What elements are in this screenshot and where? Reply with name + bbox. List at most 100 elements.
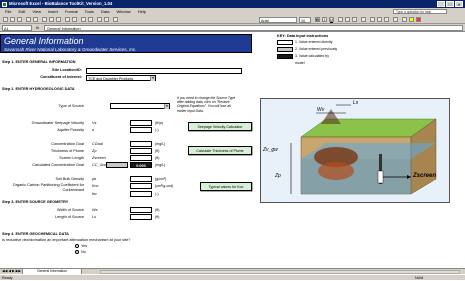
open-icon[interactable] (10, 16, 15, 22)
chart-icon[interactable] (97, 16, 102, 22)
page-subtitle: Savannah River National Laboratory & Gro… (4, 47, 137, 52)
font-size-select[interactable]: 10 (299, 16, 311, 23)
constituent-select[interactable]: TCE and Daughter Products ▼ (86, 75, 156, 81)
key-label: 2. Value entered previously (295, 47, 338, 51)
source-width-input[interactable] (130, 207, 152, 213)
menu-help[interactable]: Help (138, 9, 146, 14)
source-length-input[interactable] (130, 214, 152, 220)
key-item: 1. Value entered directly (277, 39, 339, 46)
constituent-label: Constituent of Interest: (40, 75, 82, 79)
merge-icon[interactable] (361, 16, 366, 22)
borders-icon[interactable] (402, 16, 407, 22)
menu-file[interactable]: File (5, 9, 11, 14)
fill-color-icon[interactable] (409, 16, 414, 22)
step2-title: Step 2. ENTER HYDROGEOLOGIC DATA (2, 87, 75, 91)
source-type-select[interactable]: ▼ (110, 103, 170, 109)
undo-icon[interactable] (65, 16, 70, 22)
maximize-button[interactable]: □ (446, 1, 454, 7)
menu-insert[interactable]: Insert (48, 9, 58, 14)
save-icon[interactable] (17, 16, 22, 22)
menu-tools[interactable]: Tools (85, 9, 94, 14)
chevron-down-icon[interactable]: ▼ (164, 104, 169, 109)
status-bar: Ready NUM (0, 274, 465, 280)
zoom-icon[interactable] (104, 16, 109, 22)
radio-yes[interactable] (75, 244, 79, 248)
bulk-density-input[interactable] (130, 176, 152, 182)
plume-thickness-button[interactable]: Calculate Thickness of Plume (188, 146, 252, 155)
concentration-goal-input[interactable] (130, 141, 152, 147)
status-text: Ready (2, 276, 13, 280)
step3-title: Step 3. ENTER SOURCE GEOMETRY (2, 200, 69, 204)
radio-no[interactable] (75, 250, 79, 254)
row-symbol: Ws (92, 208, 98, 212)
underline-icon[interactable]: U (329, 16, 334, 22)
row-unit: (g/cm³) (155, 177, 167, 181)
currency-icon[interactable] (370, 16, 375, 22)
row-symbol: foc (92, 192, 98, 196)
row-label: Organic Carbon Partitioning Coefficient … (12, 183, 84, 192)
menu-data[interactable]: Data (101, 9, 109, 14)
menu-view[interactable]: View (32, 9, 41, 14)
key-panel: KEY: Data Input Instructions 1. Value en… (277, 34, 339, 65)
calculated-goal-value: 0.000 (130, 162, 152, 168)
help-search-input[interactable]: Type a question for help (393, 9, 447, 14)
porosity-input[interactable] (130, 127, 152, 133)
percent-icon[interactable] (377, 16, 382, 22)
minimize-button[interactable]: _ (437, 1, 445, 7)
diagram-label-ls: Ls (353, 100, 359, 106)
screen-length-input[interactable] (130, 155, 152, 161)
indent-icon[interactable] (393, 16, 398, 22)
foc-input[interactable] (130, 191, 152, 197)
cut-icon[interactable] (42, 16, 47, 22)
page-title: General Information (4, 36, 84, 46)
row-unit: (mg/L) (155, 163, 166, 167)
diagram-label-wv: Wv (317, 107, 325, 113)
name-box[interactable]: A1 (2, 25, 32, 31)
print-icon[interactable] (26, 16, 31, 22)
key-label: 3. Value calculated by model (295, 54, 329, 65)
window-controls: _ □ × (437, 1, 463, 7)
tab-nav-icon[interactable]: ◀◀ ◀ ▶ ▶▶ (2, 269, 21, 273)
menu-window[interactable]: Window (116, 9, 130, 14)
plume-thickness-input[interactable] (130, 148, 152, 154)
row-label: Soil Bulk Density (55, 177, 85, 181)
align-center-icon[interactable] (345, 16, 350, 22)
paste-icon[interactable] (56, 16, 61, 22)
font-color-icon[interactable] (416, 16, 421, 22)
excel-icon (2, 1, 7, 7)
sort-icon[interactable] (88, 16, 93, 22)
row-symbol: n (92, 128, 95, 132)
menu-edit[interactable]: Edit (18, 9, 25, 14)
menu-format[interactable]: Format (65, 9, 78, 14)
row-symbol: CGoal (92, 142, 103, 146)
comma-icon[interactable] (384, 16, 389, 22)
new-icon[interactable] (3, 16, 8, 22)
formula-input[interactable]: General Information (44, 25, 463, 31)
font-select[interactable]: Arial (259, 16, 297, 23)
step4-title: Step 4. ENTER GEOCHEMICAL DATA (2, 232, 69, 236)
close-button[interactable]: × (455, 1, 463, 7)
align-right-icon[interactable] (352, 16, 357, 22)
chevron-down-icon[interactable]: ▼ (150, 76, 155, 81)
seepage-velocity-input[interactable] (130, 120, 152, 126)
fx-icon[interactable]: fx (36, 25, 39, 31)
help-icon[interactable] (113, 16, 118, 22)
row-label: Calculated Concentration Goal (32, 163, 84, 167)
preview-icon[interactable] (33, 16, 38, 22)
align-left-icon[interactable] (338, 16, 343, 22)
autosum-icon[interactable] (81, 16, 86, 22)
num-lock-indicator: NUM (415, 276, 424, 280)
koc-input[interactable] (130, 183, 152, 189)
italic-icon[interactable]: I (322, 16, 327, 22)
copy-icon[interactable] (49, 16, 54, 22)
seepage-velocity-button[interactable]: Seepage Velocity Calculator (188, 122, 252, 131)
site-location-input[interactable] (86, 68, 242, 74)
row-unit: (ft) (155, 208, 160, 212)
redo-icon[interactable] (72, 16, 77, 22)
diagram-label-zp: Zp (275, 173, 281, 179)
bold-icon[interactable]: B (315, 16, 320, 22)
row-symbol: ρb (92, 177, 97, 181)
radio-yes-label: Yes (81, 244, 88, 248)
koc-values-button[interactable]: Typical values for Koc (200, 182, 252, 191)
row-label: Length of Source (55, 215, 84, 219)
